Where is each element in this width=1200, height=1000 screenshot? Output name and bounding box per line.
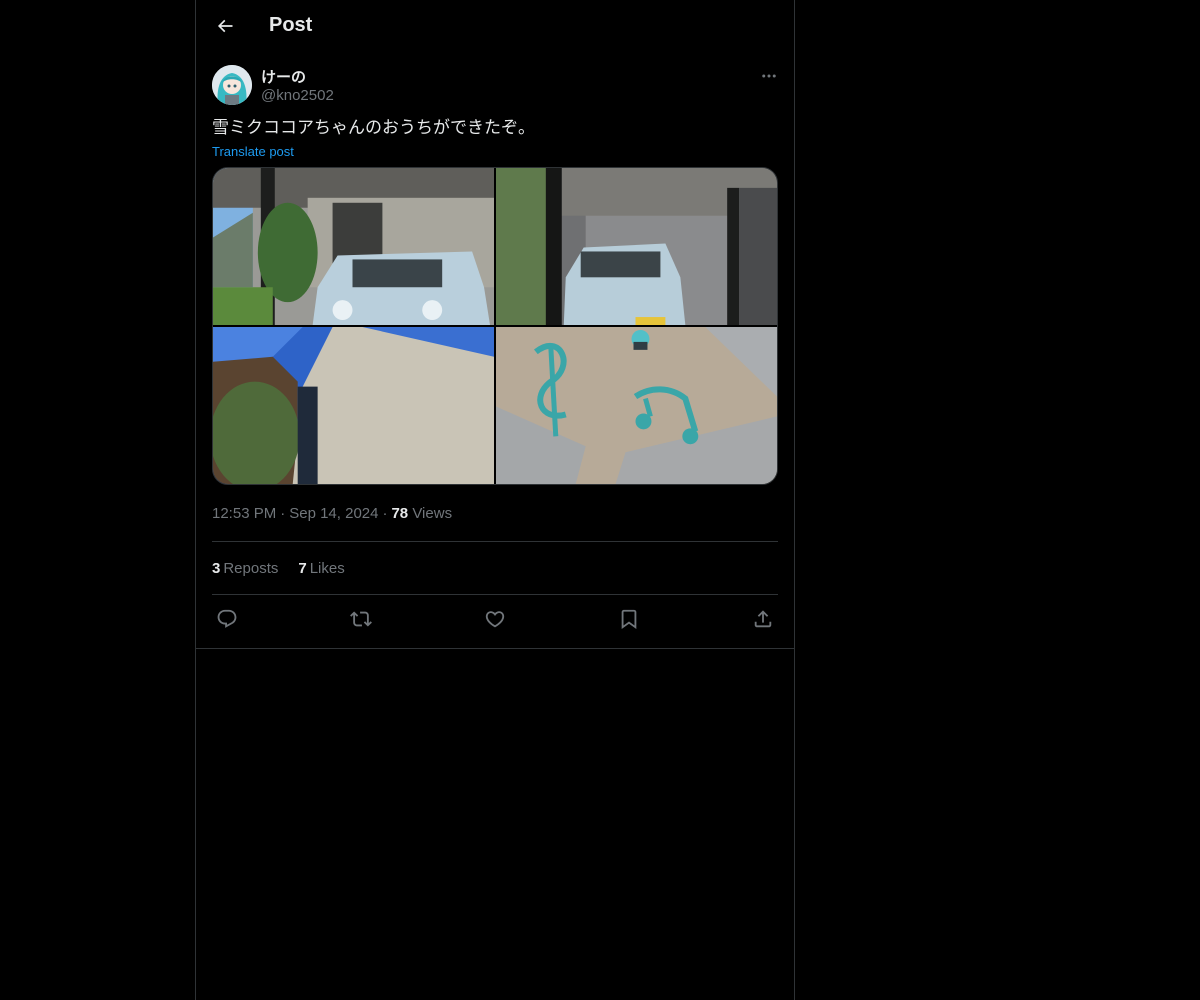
- author-display-name[interactable]: けーの: [261, 66, 306, 87]
- reposts-count: 3: [212, 559, 221, 577]
- back-button[interactable]: [208, 9, 242, 43]
- page-title: Post: [269, 14, 313, 36]
- share-button[interactable]: [750, 606, 776, 632]
- repost-button[interactable]: [348, 606, 374, 632]
- author-handle[interactable]: @kno2502: [261, 87, 334, 104]
- more-options-button[interactable]: [744, 65, 778, 87]
- reply-icon: [217, 609, 237, 628]
- post-meta: 12:53 PM · Sep 14, 2024 · 78 Views: [212, 505, 453, 522]
- photo-carport-side[interactable]: [496, 168, 777, 325]
- repost-icon: [350, 611, 372, 627]
- reposts-label: Reposts: [223, 559, 279, 577]
- post-date[interactable]: Sep 14, 2024: [289, 505, 378, 522]
- bookmark-icon: [621, 609, 637, 630]
- heart-icon: [485, 611, 505, 628]
- photo-carport-front[interactable]: [213, 168, 494, 325]
- views-count: 78: [391, 505, 409, 522]
- photo-gravel-music-notes[interactable]: [496, 327, 777, 484]
- media-grid: [212, 167, 778, 485]
- likes-stat[interactable]: 7 Likes: [298, 560, 344, 577]
- photo-carport-front-image: [213, 168, 494, 325]
- translate-post-link[interactable]: Translate post: [212, 144, 294, 159]
- bookmark-button[interactable]: [616, 606, 642, 632]
- reply-button[interactable]: [214, 606, 240, 632]
- avatar-image: [212, 65, 252, 105]
- like-button[interactable]: [482, 606, 508, 632]
- post-text: 雪ミクココアちゃんのおうちができたぞ。: [212, 118, 535, 138]
- main-column: Post けーの @kno2502 雪ミクココアちゃんのおうちができたぞ。 Tr…: [195, 0, 795, 1000]
- photo-roof-sky-image: [213, 327, 494, 484]
- post-author: けーの @kno2502: [212, 65, 778, 117]
- post-time[interactable]: 12:53 PM: [212, 505, 276, 522]
- post-stats: 3 Reposts 7 Likes: [212, 542, 778, 594]
- views-label: Views: [412, 505, 453, 522]
- avatar[interactable]: [212, 65, 252, 105]
- photo-carport-side-image: [496, 168, 777, 325]
- reposts-stat[interactable]: 3 Reposts: [212, 560, 278, 577]
- more-horizontal-icon: [762, 74, 776, 78]
- likes-label: Likes: [309, 559, 345, 577]
- post-actions: [212, 595, 778, 643]
- top-bar: Post: [196, 0, 794, 53]
- arrow-left-icon: [217, 19, 233, 33]
- share-icon: [754, 610, 772, 628]
- divider: [196, 648, 794, 649]
- likes-count: 7: [298, 559, 307, 577]
- post: けーの @kno2502 雪ミクココアちゃんのおうちができたぞ。 Transla…: [196, 65, 794, 643]
- photo-roof-sky[interactable]: [213, 327, 494, 484]
- photo-gravel-music-notes-image: [496, 327, 777, 484]
